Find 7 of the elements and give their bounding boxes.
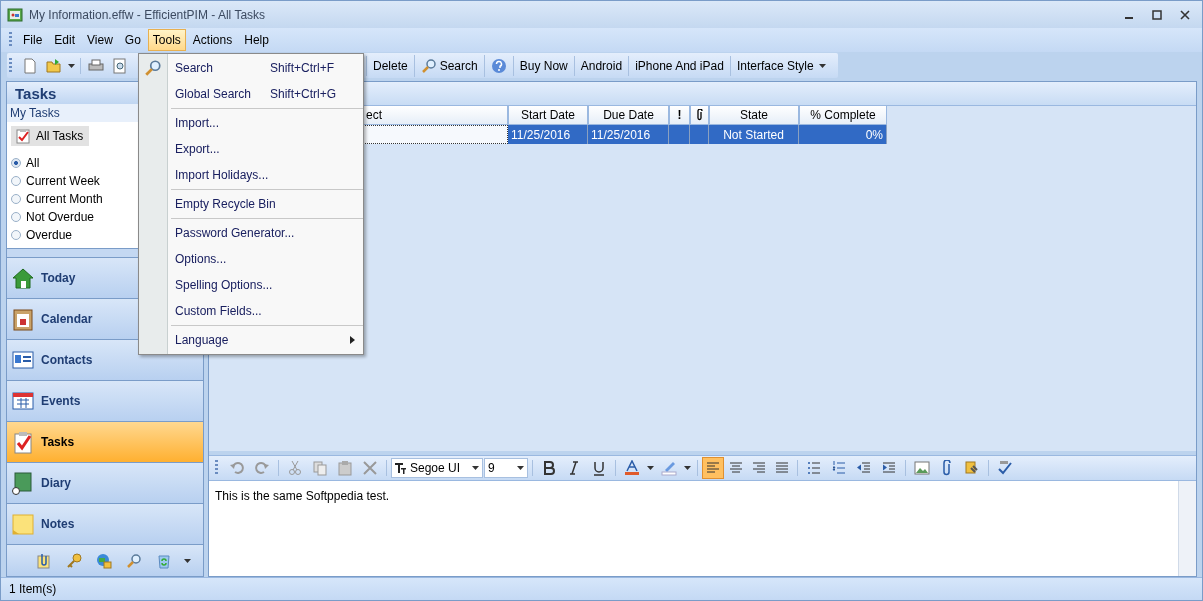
editor-text: This is the same Softppedia test.: [215, 489, 390, 503]
status-text: 1 Item(s): [9, 582, 57, 596]
table-cell: 11/25/2016: [591, 127, 651, 142]
table-cell: 0%: [865, 127, 883, 142]
table-cell: Not Started: [723, 127, 784, 142]
table-cell: 11/25/2016: [511, 127, 571, 142]
window-title: My Information.effw - EfficientPIM - All Tasks: [29, 7, 267, 22]
